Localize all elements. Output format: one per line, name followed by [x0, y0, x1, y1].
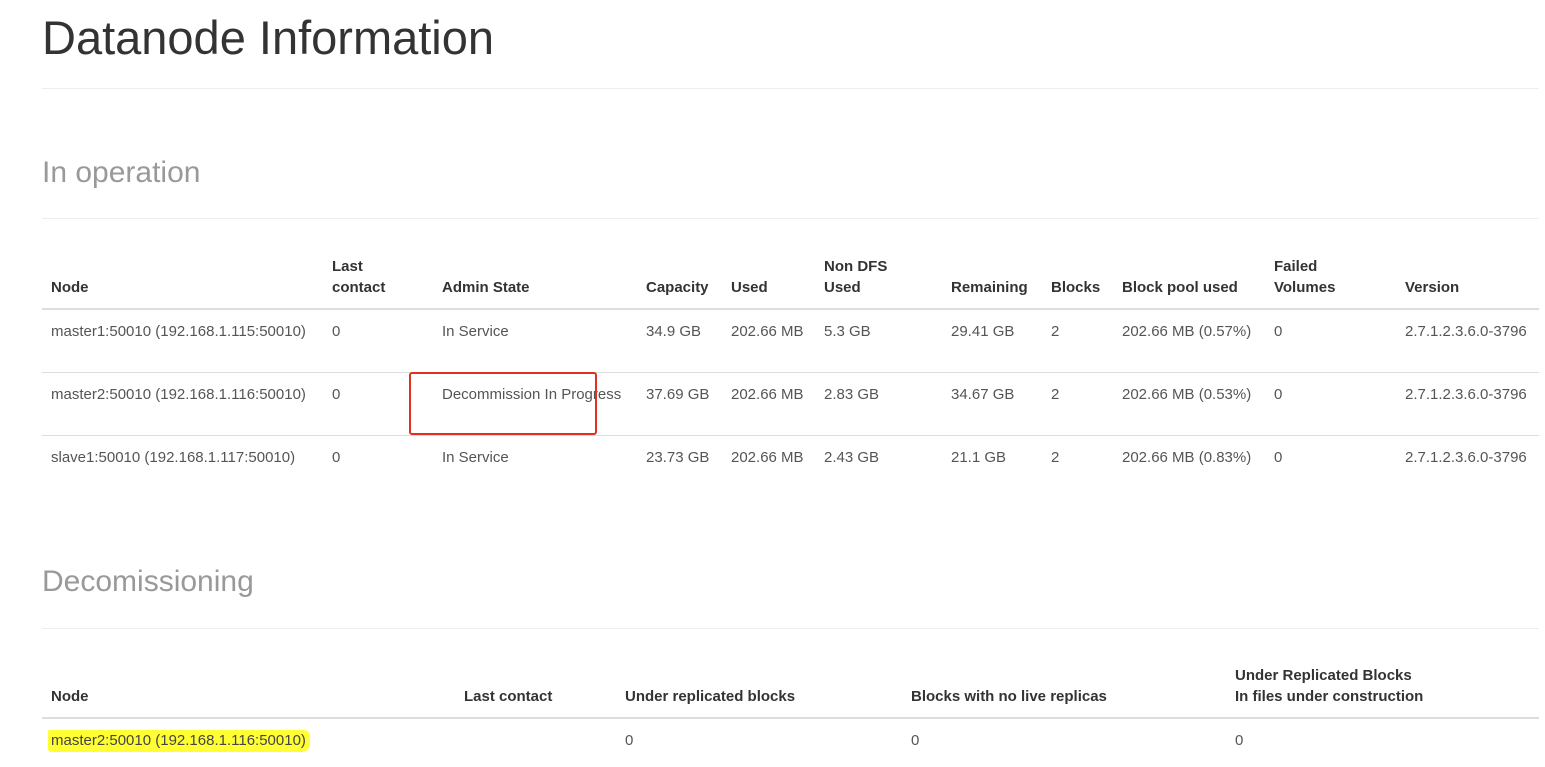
in-operation-header-row: Node Last contact Admin State Capacity U… — [42, 256, 1539, 310]
table-row: slave1:50010 (192.168.1.117:50010) 0 In … — [42, 434, 1539, 498]
cell-last-contact — [455, 718, 616, 761]
cell-blocks: 2 — [1042, 434, 1113, 498]
cell-blocks: 2 — [1051, 323, 1060, 340]
cell-node: master1:50010 (192.168.1.115:50010) — [51, 323, 306, 340]
col-blocks-no-live-replicas[interactable]: Blocks with no live replicas — [902, 665, 1226, 719]
cell-last-contact: 0 — [323, 434, 433, 498]
decommissioning-heading: Decomissioning — [42, 565, 254, 598]
col-last-contact[interactable]: Last contact — [455, 665, 616, 719]
cell-block-pool-used: 202.66 MB (0.53%) — [1113, 371, 1265, 435]
cell-blocks-no-live-replicas: 0 — [911, 732, 920, 749]
cell-failed-volumes: 0 — [1265, 434, 1396, 498]
cell-admin-state: In Service — [433, 434, 637, 498]
cell-used: 202.66 MB — [722, 434, 815, 498]
cell-under-replicated-in-construction: 0 — [1235, 732, 1244, 749]
cell-remaining: 21.1 GB — [942, 434, 1042, 498]
cell-admin-state: In Service — [442, 323, 509, 340]
decommissioning-divider — [42, 628, 1539, 629]
cell-remaining: 34.67 GB — [942, 371, 1042, 435]
highlighted-node: master2:50010 (192.168.1.116:50010) — [48, 730, 310, 752]
cell-capacity: 23.73 GB — [637, 434, 722, 498]
col-last-contact[interactable]: Last contact — [323, 256, 433, 310]
col-node[interactable]: Node — [42, 256, 323, 310]
table-row: master1:50010 (192.168.1.115:50010) 0 In… — [42, 309, 1539, 372]
title-divider — [42, 88, 1539, 89]
cell-failed-volumes: 0 — [1274, 323, 1283, 340]
in-operation-heading: In operation — [42, 156, 201, 189]
cell-version: 2.7.1.2.3.6.0-3796 — [1396, 434, 1539, 498]
col-remaining[interactable]: Remaining — [942, 256, 1042, 310]
cell-node: master2:50010 (192.168.1.116:50010) — [42, 371, 323, 435]
col-non-dfs-used[interactable]: Non DFS Used — [815, 256, 942, 310]
cell-block-pool-used: 202.66 MB (0.57%) — [1122, 323, 1252, 340]
cell-version: 2.7.1.2.3.6.0-3796 — [1396, 371, 1539, 435]
cell-non-dfs-used: 5.3 GB — [824, 323, 871, 340]
col-under-replicated-blocks[interactable]: Under replicated blocks — [616, 665, 902, 719]
table-row: master2:50010 (192.168.1.116:50010) 0 De… — [42, 371, 1539, 435]
in-operation-divider — [42, 218, 1539, 219]
cell-non-dfs-used: 2.83 GB — [815, 371, 942, 435]
cell-remaining: 29.41 GB — [951, 323, 1015, 340]
col-block-pool-used[interactable]: Block pool used — [1113, 256, 1265, 310]
cell-blocks: 2 — [1042, 371, 1113, 435]
cell-admin-state: Decommission In Progress — [433, 371, 637, 435]
cell-node: slave1:50010 (192.168.1.117:50010) — [42, 434, 323, 498]
cell-last-contact: 0 — [323, 371, 433, 435]
decommissioning-table: Node Last contact Under replicated block… — [42, 665, 1539, 761]
cell-node: master2:50010 (192.168.1.116:50010) — [42, 718, 455, 761]
cell-block-pool-used: 202.66 MB (0.83%) — [1113, 434, 1265, 498]
cell-under-replicated-blocks: 0 — [625, 732, 634, 749]
col-admin-state[interactable]: Admin State — [433, 256, 637, 310]
cell-used: 202.66 MB — [731, 323, 804, 340]
col-version[interactable]: Version — [1396, 256, 1539, 310]
cell-last-contact: 0 — [332, 323, 341, 340]
cell-non-dfs-used: 2.43 GB — [815, 434, 942, 498]
cell-failed-volumes: 0 — [1265, 371, 1396, 435]
cell-version: 2.7.1.2.3.6.0-3796 — [1405, 323, 1527, 340]
decommissioning-header-row: Node Last contact Under replicated block… — [42, 665, 1539, 719]
cell-capacity: 37.69 GB — [637, 371, 722, 435]
col-capacity[interactable]: Capacity — [637, 256, 722, 310]
col-node[interactable]: Node — [42, 665, 455, 719]
col-blocks[interactable]: Blocks — [1042, 256, 1113, 310]
page-title: Datanode Information — [42, 11, 495, 64]
cell-capacity: 34.9 GB — [646, 323, 702, 340]
col-failed-volumes[interactable]: Failed Volumes — [1265, 256, 1396, 310]
col-used[interactable]: Used — [722, 256, 815, 310]
col-under-replicated-in-construction[interactable]: Under Replicated Blocks In files under c… — [1226, 665, 1539, 719]
table-row: master2:50010 (192.168.1.116:50010) 0 0 … — [42, 718, 1539, 761]
cell-used: 202.66 MB — [722, 371, 815, 435]
in-operation-table: Node Last contact Admin State Capacity U… — [42, 256, 1539, 498]
